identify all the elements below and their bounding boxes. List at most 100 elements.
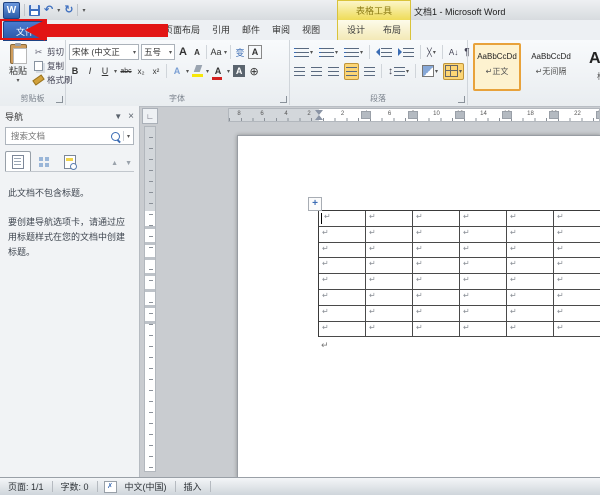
previous-heading-icon[interactable]: ▲ [111,160,118,167]
hanging-indent-marker[interactable] [315,115,323,120]
horizontal-ruler[interactable]: 864224681012141618202224 [228,108,600,122]
customize-qat-icon[interactable]: ▾ [82,7,85,14]
table-cell-r3c0[interactable]: ↵ [319,258,366,275]
proofing-status-icon[interactable]: ✗ [103,480,117,493]
sort-button[interactable]: A↓ [448,45,459,60]
character-shading-button[interactable]: A [233,65,246,77]
multilevel-list-button[interactable]: ▾ [343,45,364,60]
table-cell-r0c2[interactable]: ↵ [413,211,460,227]
table-cell-r4c0[interactable]: ↵ [319,274,366,290]
next-heading-icon[interactable]: ▼ [125,160,132,167]
asian-layout-button[interactable]: ╳ ▾ [426,45,437,60]
word-count[interactable]: 字数: 0 [53,480,97,493]
text-effects-button[interactable]: A [171,64,183,79]
table-cell-r7c0[interactable]: ↵ [319,321,366,338]
justify-button[interactable] [344,62,359,80]
redo-icon[interactable]: ↻ [64,4,73,16]
table-cell-r5c2[interactable]: ↵ [413,289,460,306]
table-cell-r3c1[interactable]: ↵ [366,258,413,275]
table-cell-r7c1[interactable]: ↵ [366,321,413,338]
numbering-button[interactable]: ▾ [318,45,339,60]
table-cell-r0c0[interactable]: ↵ [319,211,366,227]
undo-icon[interactable]: ↶ [44,4,53,16]
change-case-button[interactable]: Aa [210,45,222,60]
text-highlight-button[interactable] [192,65,204,77]
table-cell-r4c4[interactable]: ↵ [507,274,554,290]
save-icon[interactable] [29,4,40,16]
table-cell-r6c4[interactable]: ↵ [507,305,554,322]
table-cell-r1c3[interactable]: ↵ [460,226,507,243]
table-cell-r5c3[interactable]: ↵ [460,289,507,306]
table-cell-r4c2[interactable]: ↵ [413,274,460,290]
table-row-marker[interactable] [145,257,155,261]
table-column-marker[interactable] [549,111,559,119]
paragraph-dialog-launcher[interactable] [458,96,465,103]
tab-视图[interactable]: 视图 [296,20,326,40]
table-cell-r7c4[interactable]: ↵ [507,321,554,338]
table-column-marker[interactable] [502,111,512,119]
shrink-font-button[interactable]: A [191,45,203,60]
italic-button[interactable]: I [84,64,96,79]
table-cell-r1c2[interactable]: ↵ [413,226,460,243]
table-cell-r3c2[interactable]: ↵ [413,258,460,275]
tab-审阅[interactable]: 审阅 [266,20,296,40]
table-cell-r4c1[interactable]: ↵ [366,274,413,290]
font-dialog-launcher[interactable] [280,96,287,103]
table-cell-r3c4[interactable]: ↵ [507,258,554,275]
table-cell-r1c0[interactable]: ↵ [319,226,366,243]
word-app-icon[interactable]: W [3,1,20,19]
paste-button[interactable]: 粘贴 ▾ [4,43,32,90]
align-right-button[interactable] [327,64,340,79]
table-cell-r5c5[interactable]: ↵ [554,289,600,306]
table-cell-r0c4[interactable]: ↵ [507,211,554,227]
search-input[interactable] [9,130,108,142]
decrease-indent-button[interactable] [375,45,393,60]
font-name-combo[interactable]: 宋体 (中文正 ▾ [69,44,139,60]
table-cell-r7c2[interactable]: ↵ [413,321,460,338]
table-cell-r6c2[interactable]: ↵ [413,305,460,322]
table-cell-r6c0[interactable]: ↵ [319,305,366,322]
clipboard-dialog-launcher[interactable] [56,96,63,103]
style-标题[interactable]: AaB 标题 [581,43,600,91]
table-cell-r3c3[interactable]: ↵ [460,258,507,275]
borders-button[interactable]: ▾ [443,62,465,80]
table-cell-r5c0[interactable]: ↵ [319,289,366,306]
table-row-marker[interactable] [145,225,155,229]
table-cell-r6c3[interactable]: ↵ [460,305,507,322]
table-cell-r6c5[interactable]: ↵ [554,305,600,322]
table-row-marker[interactable] [145,289,155,292]
align-center-button[interactable] [310,64,323,79]
strikethrough-button[interactable]: abc [120,64,132,79]
table-cell-r7c3[interactable]: ↵ [460,321,507,338]
table-cell-r2c2[interactable]: ↵ [413,242,460,259]
language-status[interactable]: 中文(中国) [123,480,175,493]
table-cell-r7c5[interactable]: ↵ [554,321,600,338]
vertical-ruler[interactable] [144,126,156,472]
style-正文[interactable]: AaBbCcDd ↵正文 [473,43,521,91]
navigation-dropdown-icon[interactable]: ▼ [114,112,122,121]
table-column-marker[interactable] [455,111,465,119]
table-cell-r4c5[interactable]: ↵ [554,274,600,290]
table-cell-r1c5[interactable]: ↵ [554,226,600,243]
superscript-button[interactable]: x² [150,64,162,79]
font-color-button[interactable]: A [212,64,224,80]
distribute-button[interactable] [363,64,376,79]
table-cell-r2c1[interactable]: ↵ [366,242,413,259]
shading-button[interactable]: ▾ [421,64,439,79]
table-row-marker[interactable] [145,320,155,324]
table-cell-r0c3[interactable]: ↵ [460,211,507,227]
table-cell-r2c3[interactable]: ↵ [460,242,507,259]
enclose-characters-button[interactable]: ⊕ [248,64,260,79]
browse-results-tab[interactable] [57,151,83,171]
line-spacing-button[interactable]: ↕ ▾ [387,64,410,79]
style-无间隔[interactable]: AaBbCcDd ↵无间隔 [527,43,575,91]
table-cell-r5c4[interactable]: ↵ [507,289,554,306]
table-row-marker[interactable] [145,273,155,277]
browse-pages-tab[interactable] [31,151,57,171]
character-border-button[interactable]: A [248,45,263,59]
phonetic-guide-button[interactable]: 变 [234,45,246,60]
table-cell-r0c5[interactable]: ↵ [554,211,600,227]
table-column-marker[interactable] [408,111,418,119]
table-row-marker[interactable] [145,241,155,245]
table-move-handle[interactable]: + [308,197,322,211]
